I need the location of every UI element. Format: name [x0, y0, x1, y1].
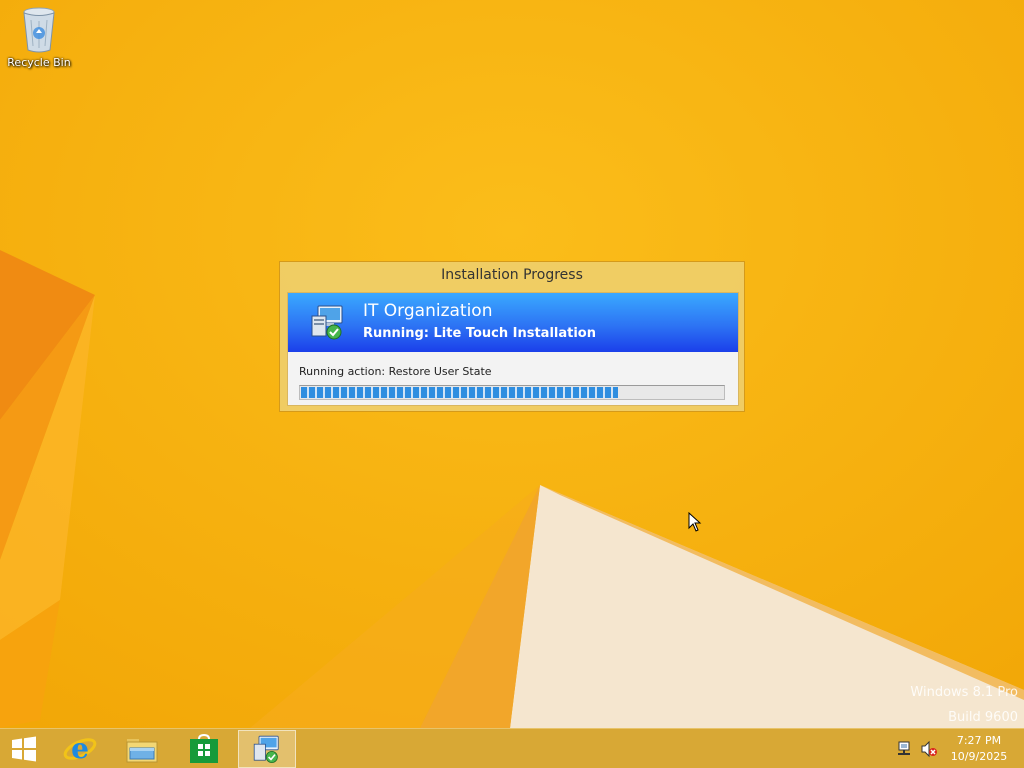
internet-explorer-icon: e: [63, 732, 97, 765]
installation-progress-bar: [299, 385, 725, 400]
clock-date: 10/9/2025: [950, 750, 1008, 763]
recycle-bin-label: Recycle Bin: [7, 56, 71, 69]
store-icon: [190, 734, 218, 763]
svg-text:e: e: [71, 732, 89, 765]
installation-progress-dialog: Installation Progress IT Organization Ru…: [279, 261, 745, 412]
dialog-body: IT Organization Running: Lite Touch Inst…: [287, 292, 739, 406]
deployment-icon: [253, 735, 279, 763]
taskbar-deployment-wizard[interactable]: [238, 730, 296, 768]
network-icon[interactable]: [896, 740, 914, 758]
taskbar: e 7:27 PM 10/9/2025: [0, 728, 1024, 768]
folder-icon: [126, 739, 158, 763]
taskbar-internet-explorer[interactable]: e: [51, 730, 109, 768]
taskbar-clock[interactable]: 7:27 PM 10/9/2025: [934, 729, 1024, 768]
current-action-text: Running action: Restore User State: [299, 365, 492, 378]
recycle-bin-desktop-icon[interactable]: Recycle Bin: [4, 6, 74, 76]
taskbar-windows-store[interactable]: [175, 730, 233, 768]
windows-start-icon: [12, 736, 36, 762]
progress-bar-fill: [301, 387, 618, 398]
dialog-title: Installation Progress: [441, 267, 583, 283]
windows-build-watermark: Build 9600: [948, 710, 1018, 725]
organization-name: IT Organization: [363, 301, 493, 321]
dialog-banner: IT Organization Running: Lite Touch Inst…: [288, 293, 738, 352]
deployment-icon: [311, 305, 343, 340]
installation-status: Running: Lite Touch Installation: [363, 326, 596, 341]
clock-time: 7:27 PM: [956, 734, 1002, 747]
recycle-bin-icon: [23, 7, 55, 53]
taskbar-file-explorer[interactable]: [113, 730, 171, 768]
windows-edition-watermark: Windows 8.1 Pro: [910, 685, 1018, 700]
mouse-cursor-icon: [688, 512, 702, 532]
start-button[interactable]: [0, 730, 48, 768]
